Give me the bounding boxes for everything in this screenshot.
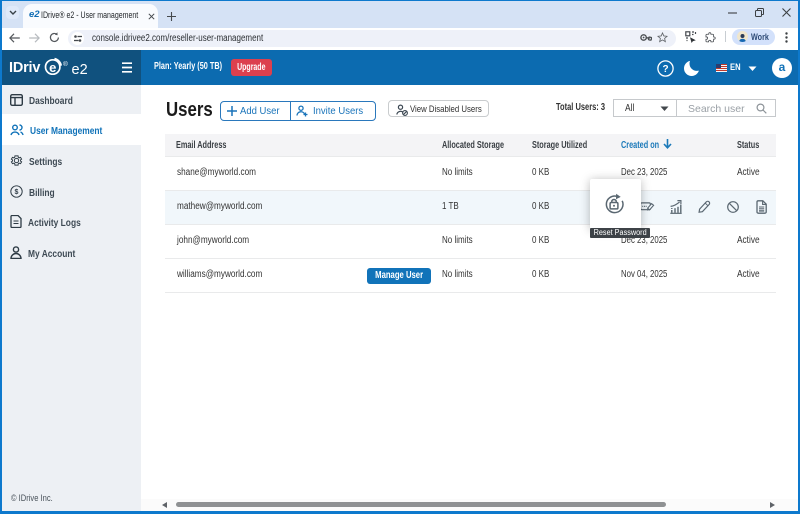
svg-text:?: ? — [662, 64, 668, 75]
svg-text:e: e — [49, 59, 56, 74]
svg-text:$: $ — [15, 189, 19, 196]
